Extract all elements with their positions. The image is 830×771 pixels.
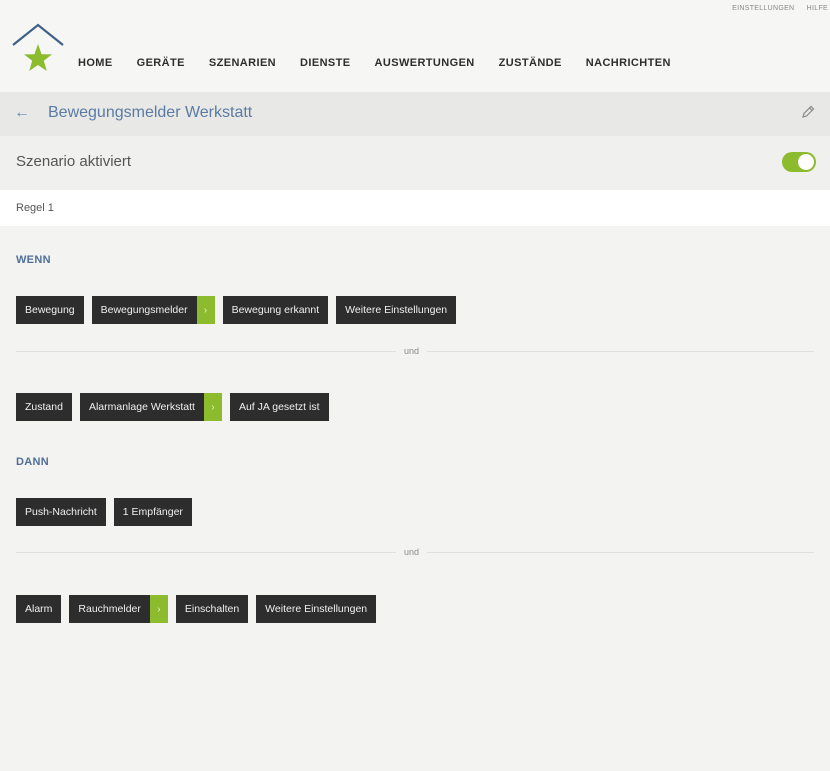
chevron-right-icon[interactable]: › [203, 393, 222, 421]
nav-auswertungen[interactable]: AUSWERTUNGEN [375, 56, 475, 70]
chip-label: Rauchmelder [78, 603, 141, 615]
chip-label: Bewegungsmelder [100, 304, 188, 316]
trigger-settings-chip[interactable]: Weitere Einstellungen [336, 296, 457, 324]
chevron-right-icon[interactable]: › [196, 296, 215, 324]
scenario-label: Szenario aktiviert [16, 153, 132, 170]
nav-zustaende[interactable]: ZUSTÄNDE [499, 56, 562, 70]
chip-label: Auf JA gesetzt ist [238, 401, 320, 413]
alarm-settings-chip[interactable]: Weitere Einstellungen [256, 595, 377, 623]
top-header: EINSTELLUNGEN HILFE HOME GERÄTE SZENARIE… [0, 0, 830, 93]
chip-label: Einschalten [184, 603, 240, 615]
rule-label: Regel 1 [16, 202, 54, 214]
rule-header[interactable]: Regel 1 [0, 190, 830, 226]
settings-link[interactable]: EINSTELLUNGEN [732, 5, 794, 12]
wenn-condition-row-2: Zustand Alarmanlage Werkstatt › Auf JA g… [16, 393, 329, 421]
nav-home[interactable]: HOME [78, 56, 113, 70]
home-star-logo[interactable] [10, 22, 66, 78]
recipients-chip[interactable]: 1 Empfänger [113, 498, 192, 526]
und-connector: und [396, 547, 428, 557]
nav-nachrichten[interactable]: NACHRICHTEN [586, 56, 671, 70]
help-link[interactable]: HILFE [807, 5, 828, 12]
nav-szenarien[interactable]: SZENARIEN [209, 56, 276, 70]
chip-label: Bewegung erkannt [231, 304, 320, 316]
utility-links: EINSTELLUNGEN HILFE [722, 5, 828, 12]
action-type-chip[interactable]: Push-Nachricht [16, 498, 106, 526]
trigger-type-chip[interactable]: Bewegung [16, 296, 84, 324]
alarm-type-chip[interactable]: Alarm [16, 595, 62, 623]
trigger-event-chip[interactable]: Bewegung erkannt [222, 296, 329, 324]
chip-label: 1 Empfänger [122, 506, 183, 518]
dann-action-row-2: Alarm Rauchmelder › Einschalten Weitere … [16, 595, 377, 623]
dann-label: DANN [16, 456, 49, 468]
pencil-icon[interactable] [800, 104, 816, 120]
chip-label: Alarm [25, 603, 53, 615]
nav-geraete[interactable]: GERÄTE [137, 56, 185, 70]
back-arrow-icon[interactable]: ← [14, 104, 30, 122]
chevron-right-icon[interactable]: › [149, 595, 168, 623]
dann-action-row-1: Push-Nachricht 1 Empfänger [16, 498, 192, 526]
scenario-toggle-row: Szenario aktiviert [0, 136, 830, 190]
wenn-label: WENN [16, 254, 51, 266]
main-navigation: HOME GERÄTE SZENARIEN DIENSTE AUSWERTUNG… [78, 56, 695, 70]
chip-label: Weitere Einstellungen [345, 304, 448, 316]
wenn-condition-row-1: Bewegung Bewegungsmelder › Bewegung erka… [16, 296, 457, 324]
nav-dienste[interactable]: DIENSTE [300, 56, 350, 70]
condition-device-chip[interactable]: Alarmanlage Werkstatt › [79, 393, 222, 421]
und-connector: und [396, 346, 428, 356]
chip-label: Push-Nachricht [25, 506, 97, 518]
chip-label: Weitere Einstellungen [265, 603, 368, 615]
condition-type-chip[interactable]: Zustand [16, 393, 72, 421]
alarm-action-chip[interactable]: Einschalten [175, 595, 249, 623]
trigger-device-chip[interactable]: Bewegungsmelder › [91, 296, 215, 324]
chip-label: Bewegung [25, 304, 75, 316]
scenario-toggle[interactable] [782, 152, 816, 172]
alarm-device-chip[interactable]: Rauchmelder › [69, 595, 168, 623]
page-title: Bewegungsmelder Werkstatt [48, 104, 253, 121]
condition-state-chip[interactable]: Auf JA gesetzt ist [229, 393, 329, 421]
toggle-knob [798, 154, 814, 170]
title-bar: ← Bewegungsmelder Werkstatt [0, 92, 830, 136]
chip-label: Zustand [25, 401, 63, 413]
chip-label: Alarmanlage Werkstatt [88, 401, 195, 413]
